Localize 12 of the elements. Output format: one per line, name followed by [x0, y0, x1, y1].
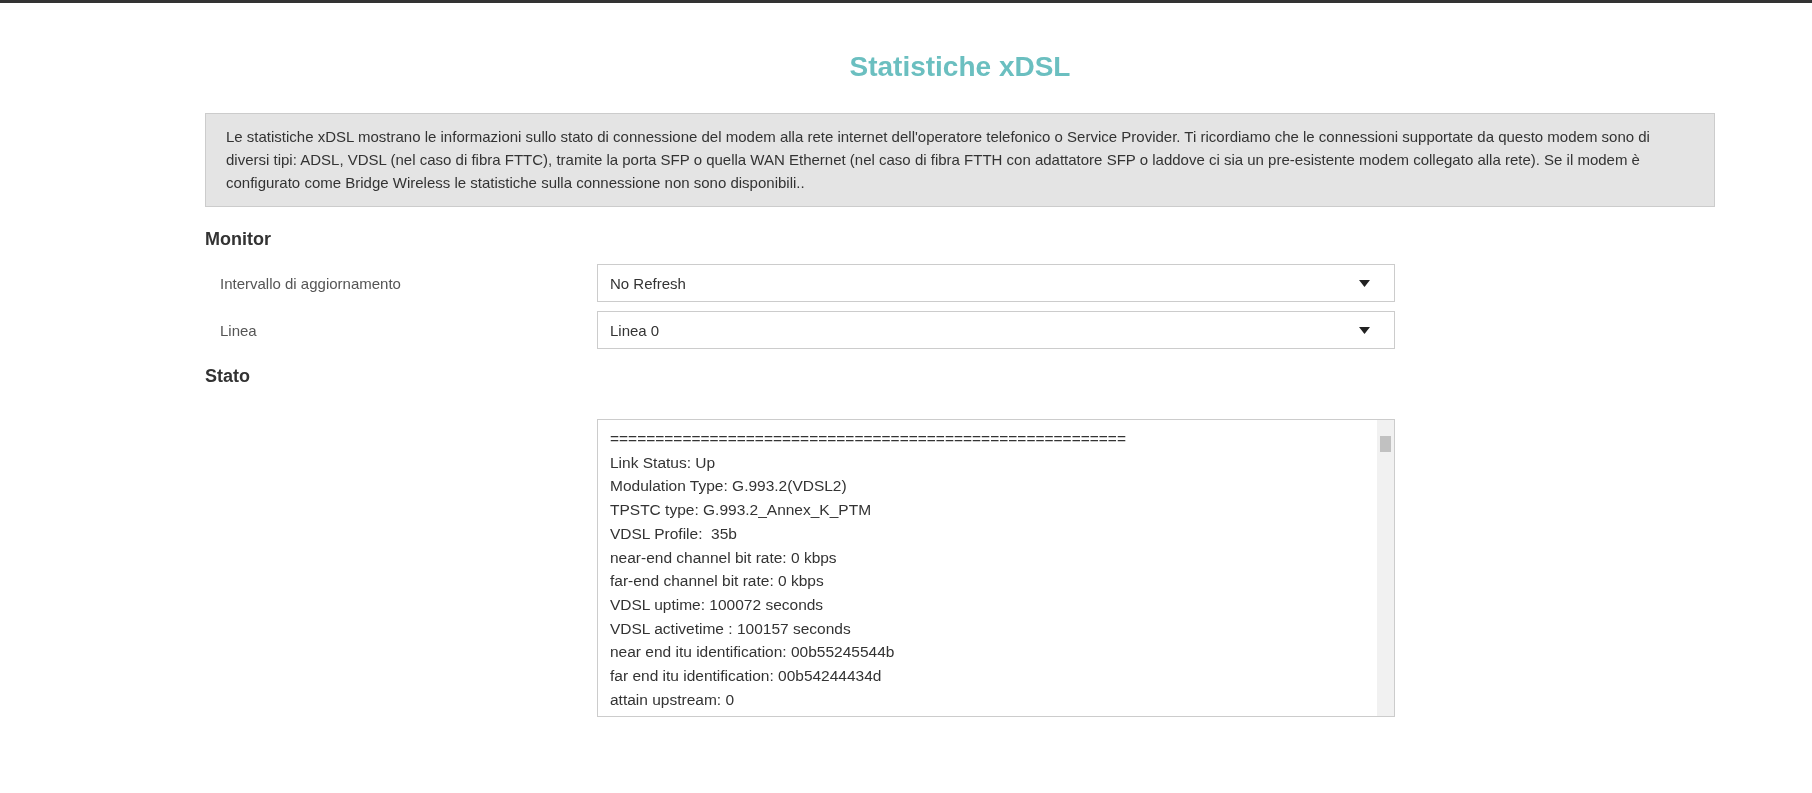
dropdown-select[interactable]: Linea 0	[597, 311, 1395, 349]
page-title: Statistiche xDSL	[848, 51, 1072, 83]
field-label: Linea	[219, 321, 258, 339]
caret-icon	[1359, 326, 1370, 334]
info-note: Le statistiche xDSL mostrano le informazioni sullo stato di connessione del modem alla rete internet dell'operatore telefonico o Service Provider. Ti ricordiamo che le connessioni supportate da questo modem sono di diversi tipi: ADSL, VDSL (nel caso di fibra FTTC), tramite la porta SFP o quella WAN Ethernet (nel caso di fibra FTTH con adattatore SFP o laddove ci sia un pre-esistente modem collegato alla rete). Se il modem è configurato come Bridge Wireless le statistiche sulla connessione non sono disponibili..	[205, 113, 1715, 207]
caret-icon	[1359, 279, 1370, 287]
scrollbar[interactable]	[1377, 420, 1394, 716]
dropdown-select[interactable]: No Refresh	[597, 264, 1395, 302]
section-heading: Monitor	[205, 229, 272, 250]
section-heading: Stato	[205, 366, 251, 387]
status-textarea[interactable]: ========================================================= Link Status: Up Modulation Type: G.993.2(VDSL2) TPSTC type: G.993.2_Annex_K_PTM VDSL Profile: 35b near-end channel bit rate: 0 kbps far-end channel bit rate: 0 kbps VDSL uptime: 100072 seconds VDSL activetime : 100157 seconds near end itu identification: 00b55245544b far end itu identification: 00b54244434d attain upstream: 0	[597, 419, 1395, 717]
field-label: Intervallo di aggiornamento	[219, 274, 402, 292]
